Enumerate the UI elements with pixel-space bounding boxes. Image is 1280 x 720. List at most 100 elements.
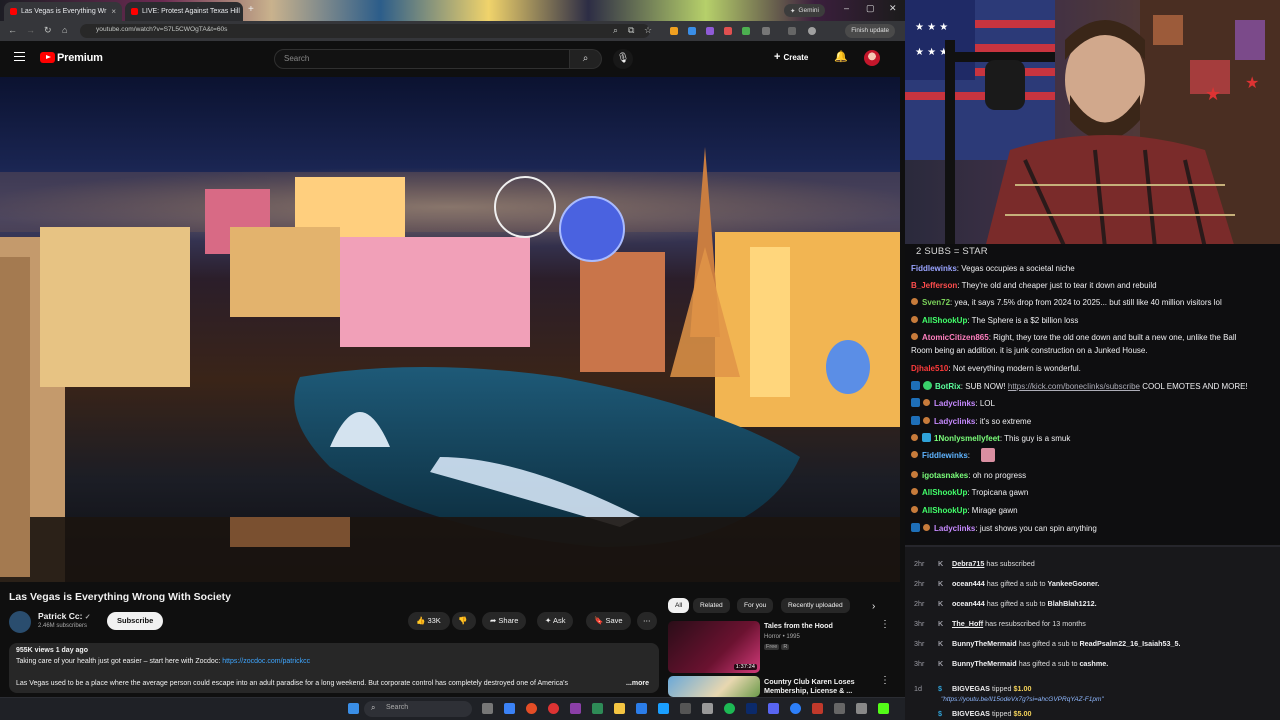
chat-username[interactable]: AllShookUp: [922, 506, 967, 515]
event-username[interactable]: BunnyTheMermaid: [952, 639, 1017, 648]
chat-username[interactable]: 1Nonlysmellyfeet: [934, 434, 1000, 443]
share-button[interactable]: ➦ Share: [482, 612, 527, 630]
url-field[interactable]: youtube.com/watch?v=S7L5CWOgTA&t=60s: [80, 24, 650, 38]
like-button[interactable]: 👍 33K: [408, 612, 450, 630]
chat-username[interactable]: AllShookUp: [922, 488, 967, 497]
youtube-logo-icon[interactable]: [40, 52, 55, 63]
close-window-icon[interactable]: ✕: [889, 3, 897, 14]
video-player[interactable]: [0, 77, 900, 582]
forward-icon[interactable]: →: [26, 25, 35, 35]
related-video-title[interactable]: Country Club Karen Loses Membership, Lic…: [764, 677, 874, 695]
channel-name[interactable]: Patrick Cc: ✓: [38, 611, 91, 621]
zoom-icon[interactable]: ⌕: [613, 25, 618, 36]
app-icon[interactable]: [570, 703, 581, 714]
subscribe-link[interactable]: https://kick.com/bonecIinks/subscribe: [1008, 382, 1140, 391]
more-actions-icon[interactable]: ⋯: [637, 612, 657, 630]
chat-username[interactable]: Fiddlewinks: [922, 451, 968, 460]
chip-recently-uploaded[interactable]: Recently uploaded: [781, 598, 850, 613]
bookmark-star-icon[interactable]: ☆: [644, 25, 652, 36]
save-button[interactable]: 🔖 Save: [586, 612, 631, 630]
app-icon[interactable]: [812, 703, 823, 714]
event-username[interactable]: ocean444: [952, 599, 985, 608]
chat-username[interactable]: Fiddlewinks: [911, 264, 957, 273]
extension-icon[interactable]: [688, 27, 696, 35]
browser-tab-live[interactable]: LIVE: Protest Against Texas Hill ×: [125, 2, 243, 21]
reload-icon[interactable]: ↻: [44, 25, 52, 36]
home-icon[interactable]: ⌂: [62, 25, 67, 35]
event-username[interactable]: The_Hoff: [952, 619, 983, 628]
chat-username[interactable]: Sven72: [922, 298, 950, 307]
app-icon[interactable]: [548, 703, 559, 714]
app-icon[interactable]: [658, 703, 669, 714]
extension-icon[interactable]: [724, 27, 732, 35]
app-icon[interactable]: [702, 703, 713, 714]
kick-icon[interactable]: [878, 703, 889, 714]
event-target[interactable]: BlahBlah1212.: [1048, 599, 1097, 608]
chat-username[interactable]: Ladyclinks: [934, 524, 975, 533]
chip-for-you[interactable]: For you: [737, 598, 774, 613]
taskbar-search-input[interactable]: Search: [364, 701, 472, 717]
chat-username[interactable]: BotRix: [935, 382, 961, 391]
browser-tab-youtube[interactable]: Las Vegas is Everything Wr ×: [4, 2, 122, 21]
tip-message-link[interactable]: "https://youtu.be/lI15odeVx7g?si=ahcGVPR…: [941, 696, 1104, 703]
app-icon[interactable]: [592, 703, 603, 714]
maximize-icon[interactable]: ▢: [866, 3, 875, 14]
chat-username[interactable]: AllShookUp: [922, 316, 967, 325]
extensions-puzzle-icon[interactable]: [762, 27, 770, 35]
app-icon[interactable]: [790, 703, 801, 714]
chevron-right-icon[interactable]: ›: [872, 601, 875, 612]
spotify-icon[interactable]: [724, 703, 735, 714]
cast-icon[interactable]: ⧉: [628, 25, 634, 36]
new-tab-button[interactable]: +: [248, 4, 254, 15]
extension-icon[interactable]: [742, 27, 750, 35]
profile-icon[interactable]: [808, 27, 816, 35]
chip-all[interactable]: All: [668, 598, 690, 613]
event-target[interactable]: ReadPsalm22_16_Isaiah53_5.: [1079, 639, 1180, 648]
youtube-premium-brand[interactable]: Premium: [57, 52, 103, 64]
app-icon[interactable]: [636, 703, 647, 714]
chat-username[interactable]: Ladyclinks: [934, 417, 975, 426]
channel-avatar[interactable]: [9, 611, 31, 633]
sidebar-icon[interactable]: [788, 27, 796, 35]
close-tab-icon[interactable]: ×: [111, 7, 116, 16]
finish-update-button[interactable]: Finish update: [845, 24, 895, 38]
search-icon[interactable]: ⌕: [570, 49, 602, 69]
chat-username[interactable]: AtomicCitizen865: [922, 333, 989, 342]
minimize-icon[interactable]: –: [844, 3, 849, 13]
subscribe-button[interactable]: Subscribe: [107, 612, 164, 630]
video-description[interactable]: 955K views 1 day ago Taking care of your…: [9, 643, 659, 693]
edge-icon[interactable]: [504, 703, 515, 714]
menu-icon[interactable]: [14, 52, 25, 61]
show-more-link[interactable]: ...more: [626, 680, 649, 687]
discord-icon[interactable]: [768, 703, 779, 714]
app-icon[interactable]: [856, 703, 867, 714]
event-username[interactable]: BIGVEGAS: [952, 709, 990, 718]
extension-icon[interactable]: [670, 27, 678, 35]
event-username[interactable]: BunnyTheMermaid: [952, 659, 1017, 668]
gemini-button[interactable]: ✦ Gemini: [783, 4, 825, 17]
file-explorer-icon[interactable]: [614, 703, 625, 714]
chip-related[interactable]: Related: [693, 598, 730, 613]
related-video-thumbnail[interactable]: [668, 676, 760, 697]
user-avatar[interactable]: [864, 50, 880, 66]
chrome-icon[interactable]: [526, 703, 537, 714]
sponsor-link[interactable]: https://zocdoc.com/patrickcc: [222, 658, 310, 665]
related-video-title[interactable]: Tales from the Hood: [764, 621, 874, 630]
back-icon[interactable]: ←: [8, 25, 17, 35]
chat-username[interactable]: igotasnakes: [922, 471, 968, 480]
dislike-button[interactable]: 👎: [452, 612, 476, 630]
event-username[interactable]: ocean444: [952, 579, 985, 588]
notifications-bell-icon[interactable]: 🔔: [834, 50, 848, 63]
video-menu-icon[interactable]: ⋮: [880, 619, 890, 630]
chat-username[interactable]: Djhale510: [911, 364, 948, 373]
event-target[interactable]: YankeeGooner.: [1048, 579, 1100, 588]
app-icon[interactable]: [834, 703, 845, 714]
app-icon[interactable]: [680, 703, 691, 714]
video-menu-icon[interactable]: ⋮: [880, 675, 890, 686]
create-button[interactable]: + Create: [774, 51, 808, 67]
app-icon[interactable]: [746, 703, 757, 714]
ask-button[interactable]: ✦ Ask: [537, 612, 574, 630]
windows-start-icon[interactable]: [348, 703, 359, 714]
event-target[interactable]: cashme.: [1079, 659, 1108, 668]
search-input[interactable]: Search: [274, 49, 570, 69]
